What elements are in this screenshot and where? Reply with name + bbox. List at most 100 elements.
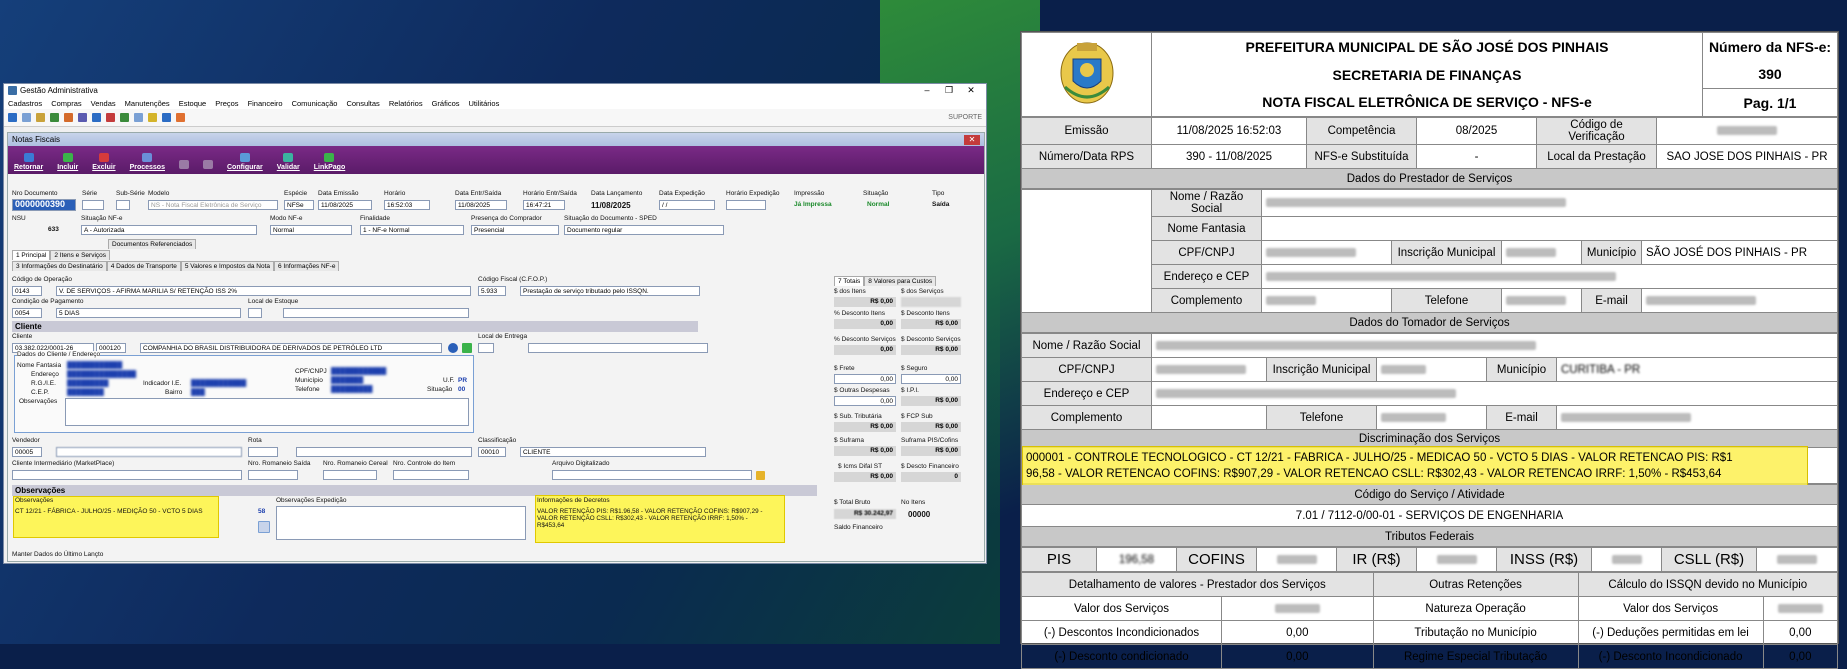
cliente-cod-field[interactable]: 000120 <box>96 343 126 353</box>
linkpago-button[interactable]: LinkPago <box>314 153 345 171</box>
entrega-field[interactable] <box>478 343 494 353</box>
tab-valores[interactable]: 5 Valores e Impostos da Nota <box>180 261 274 271</box>
toolbar-icon[interactable] <box>106 113 115 122</box>
nro-doc-field[interactable]: 0000000390 <box>12 199 76 211</box>
toolbar-icon[interactable] <box>36 113 45 122</box>
menu-item[interactable]: Preços <box>215 99 238 108</box>
vendedor-desc[interactable] <box>56 447 242 457</box>
menu-item[interactable]: Comunicação <box>292 99 338 108</box>
tot-field[interactable]: 0,00 <box>834 374 896 384</box>
toolbar-icon[interactable] <box>64 113 73 122</box>
serie-field[interactable] <box>82 200 104 210</box>
incluir-button[interactable]: Incluir <box>57 153 78 171</box>
toolbar-icon[interactable] <box>120 113 129 122</box>
toolbar-icon[interactable] <box>50 113 59 122</box>
menu-item[interactable]: Financeiro <box>248 99 283 108</box>
menu-item[interactable]: Vendas <box>91 99 116 108</box>
romcereal-field[interactable] <box>323 470 377 480</box>
especie-select[interactable]: NFSe <box>284 200 314 210</box>
minimize-button[interactable]: – <box>916 85 938 95</box>
tab-custos[interactable]: 8 Valores para Custos <box>864 276 937 286</box>
cond-field[interactable]: 0054 <box>12 308 42 318</box>
decretos-text[interactable]: VALOR RETENÇÃO PIS: R$1.96,58 - VALOR RE… <box>537 508 775 529</box>
prestador-logo-cell <box>1021 189 1152 313</box>
cliente-nome-field[interactable]: COMPANHIA DO BRASIL DISTRIBUIDORA DE DER… <box>140 343 442 353</box>
hentr-field[interactable]: 16:47:21 <box>523 200 565 210</box>
arquivo-field[interactable] <box>552 470 752 480</box>
add-client-icon[interactable] <box>462 343 472 353</box>
cfop-desc[interactable]: Prestação de serviço tributado pelo ISSQ… <box>520 286 700 296</box>
menu-item[interactable]: Utilitários <box>469 99 500 108</box>
tot-field[interactable]: 0,00 <box>834 396 896 406</box>
modo-select[interactable]: Normal <box>270 225 352 235</box>
tab-totais[interactable]: 7 Totais <box>834 276 865 286</box>
local-estoque-desc[interactable] <box>283 308 469 318</box>
tot-field[interactable]: 0,00 <box>901 374 961 384</box>
tab-destinatario[interactable]: 3 Informações do Destinatário <box>12 261 107 271</box>
menu-item[interactable]: Manutenções <box>125 99 170 108</box>
interm-field[interactable] <box>12 470 242 480</box>
configurar-button[interactable]: Configurar <box>227 153 263 171</box>
info-icon[interactable] <box>448 343 458 353</box>
controle-field[interactable] <box>393 470 469 480</box>
toolbar-icon[interactable] <box>148 113 157 122</box>
vendedor-field[interactable]: 00005 <box>12 447 42 457</box>
tab-principal[interactable]: 1 Principal <box>12 250 51 260</box>
tab-nfe[interactable]: 6 Informações NF-e <box>274 261 340 271</box>
exped-field[interactable]: / / <box>659 200 715 210</box>
folder-icon[interactable] <box>756 471 765 480</box>
emissao-field[interactable]: 11/08/2025 <box>318 200 372 210</box>
obs-text[interactable]: CT 12/21 - FÁBRICA - JULHO/25 - MEDIÇÃO … <box>15 508 203 515</box>
local-estoque-field[interactable] <box>248 308 262 318</box>
menu-item[interactable]: Estoque <box>179 99 207 108</box>
finalidade-select[interactable]: 1 - NF-e Normal <box>360 225 464 235</box>
menu-item[interactable]: Relatórios <box>389 99 423 108</box>
form-close-button[interactable]: ✕ <box>964 134 980 145</box>
excluir-button[interactable]: Excluir <box>92 153 116 171</box>
menu-item[interactable]: Cadastros <box>8 99 42 108</box>
close-button[interactable]: ✕ <box>960 85 982 96</box>
validar-button[interactable]: Validar <box>277 153 300 171</box>
tom-telefone-value <box>1376 405 1487 430</box>
toolbar-icon[interactable] <box>78 113 87 122</box>
retornar-button[interactable]: Retornar <box>14 153 43 171</box>
search-icon[interactable] <box>258 521 270 533</box>
cfop-field[interactable]: 5.933 <box>478 286 506 296</box>
manter-checkbox[interactable]: Manter Dados do Último Lançto <box>12 551 103 558</box>
obs-exp-field[interactable] <box>276 506 526 540</box>
entr-field[interactable]: 11/08/2025 <box>455 200 507 210</box>
rota-desc[interactable] <box>296 447 472 457</box>
menu-item[interactable]: Consultas <box>346 99 379 108</box>
sit-doc-select[interactable]: Documento regular <box>564 225 724 235</box>
hexped-field[interactable] <box>726 200 766 210</box>
toolbar-icon[interactable] <box>92 113 101 122</box>
cod-op-desc[interactable]: V. DE SERVIÇOS - AFIRMA MARILIA S/ RETEN… <box>56 286 471 296</box>
support-label[interactable]: SUPORTE <box>948 114 982 121</box>
obs-cli-field[interactable] <box>65 398 469 426</box>
toolbar-icon[interactable] <box>134 113 143 122</box>
toolbar-icon[interactable] <box>176 113 185 122</box>
toolbar-icon[interactable] <box>162 113 171 122</box>
ir-label: IR (R$) <box>1336 547 1417 572</box>
menu-item[interactable]: Gráficos <box>432 99 460 108</box>
tab-itens[interactable]: 2 Itens e Serviços <box>50 250 111 260</box>
entrega-desc[interactable] <box>528 343 708 353</box>
modelo-select[interactable]: NS - Nota Fiscal Eletrônica de Serviço <box>148 200 278 210</box>
rota-field[interactable] <box>248 447 278 457</box>
tab-doc-ref[interactable]: Documentos Referenciados <box>108 239 197 249</box>
subserie-field[interactable] <box>116 200 130 210</box>
toolbar-icon[interactable] <box>22 113 31 122</box>
cond-desc[interactable]: 5 DIAS <box>56 308 241 318</box>
processos-button[interactable]: Processos <box>130 153 165 171</box>
class-field[interactable]: 00010 <box>478 447 506 457</box>
class-desc[interactable]: CLIENTE <box>520 447 706 457</box>
presenca-select[interactable]: Presencial <box>471 225 559 235</box>
toolbar-icon[interactable] <box>8 113 17 122</box>
romsaida-field[interactable] <box>248 470 298 480</box>
horario-field[interactable]: 16:52:03 <box>384 200 430 210</box>
maximize-button[interactable]: ❐ <box>938 85 960 96</box>
tab-transporte[interactable]: 4 Dados de Transporte <box>106 261 181 271</box>
sit-nfe-select[interactable]: A - Autorizada <box>81 225 257 235</box>
menu-item[interactable]: Compras <box>51 99 81 108</box>
cod-op-field[interactable]: 0143 <box>12 286 42 296</box>
